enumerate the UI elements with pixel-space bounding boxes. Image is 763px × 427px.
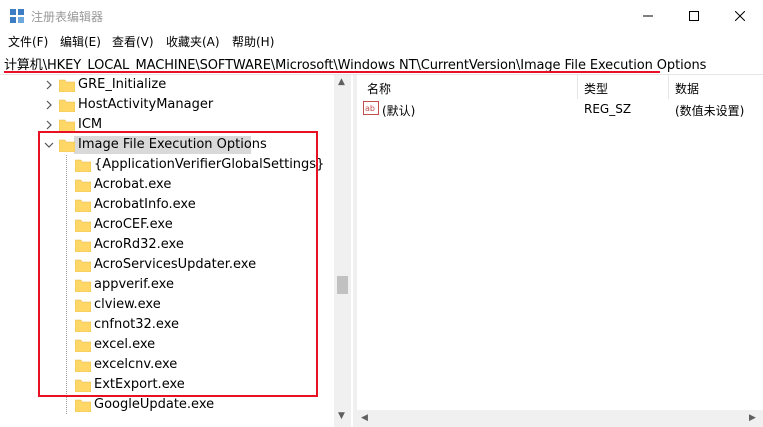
tree-item[interactable]: GRE_Initialize [0,75,340,95]
regedit-app-icon [10,9,24,23]
tree-item[interactable]: HostActivityManager [0,95,340,115]
close-button[interactable] [717,0,763,31]
folder-icon [59,79,75,92]
folder-icon [59,99,75,112]
list-horizontal-scrollbar[interactable]: ◀ ▶ [357,410,763,427]
highlight-box [38,131,318,397]
menu-bar: 文件(F) 编辑(E) 查看(V) 收藏夹(A) 帮助(H) [0,31,763,51]
tree-vertical-scrollbar[interactable]: ▲ ▼ [334,75,351,427]
value-data: (数值未设置) [675,104,745,118]
tree-scroll-thumb[interactable] [337,276,348,294]
folder-icon [75,399,91,412]
value-list[interactable]: 名称 类型 数据 ab (默认) REG_SZ (数值未设置) [357,75,763,427]
minimize-icon [643,15,653,16]
menu-edit[interactable]: 编辑(E) [60,33,101,50]
tree-item-label: ICM [78,117,103,132]
window-title: 注册表编辑器 [31,10,104,24]
chevron-right-icon[interactable] [44,80,54,90]
value-row[interactable]: ab (默认) REG_SZ (数值未设置) [357,99,763,121]
address-red-underline [4,71,660,73]
chevron-right-icon[interactable] [44,100,54,110]
scroll-up-icon[interactable]: ▲ [338,77,345,87]
tree-item-label: GRE_Initialize [78,77,167,92]
string-value-icon: ab [363,101,379,115]
tree-item-label: GoogleUpdate.exe [94,397,215,412]
value-name: (默认) [382,104,416,118]
maximize-button[interactable] [671,0,717,31]
tree-item[interactable]: GoogleUpdate.exe [0,395,340,415]
tree-item-label: HostActivityManager [78,97,214,112]
column-separator[interactable] [577,75,578,99]
minimize-button[interactable] [625,0,671,31]
maximize-icon [689,10,699,21]
value-type: REG_SZ [584,102,632,116]
scroll-left-icon[interactable]: ◀ [361,413,368,423]
close-icon [735,10,745,21]
menu-help[interactable]: 帮助(H) [232,33,274,50]
menu-view[interactable]: 查看(V) [112,33,154,50]
svg-text:ab: ab [365,104,375,113]
scroll-down-icon[interactable]: ▼ [338,411,345,421]
column-separator[interactable] [668,75,669,99]
chevron-right-icon[interactable] [44,120,54,130]
title-bar: 注册表编辑器 [0,0,763,31]
menu-file[interactable]: 文件(F) [8,33,48,50]
scroll-right-icon[interactable]: ▶ [749,413,756,423]
menu-favorites[interactable]: 收藏夹(A) [166,33,220,50]
